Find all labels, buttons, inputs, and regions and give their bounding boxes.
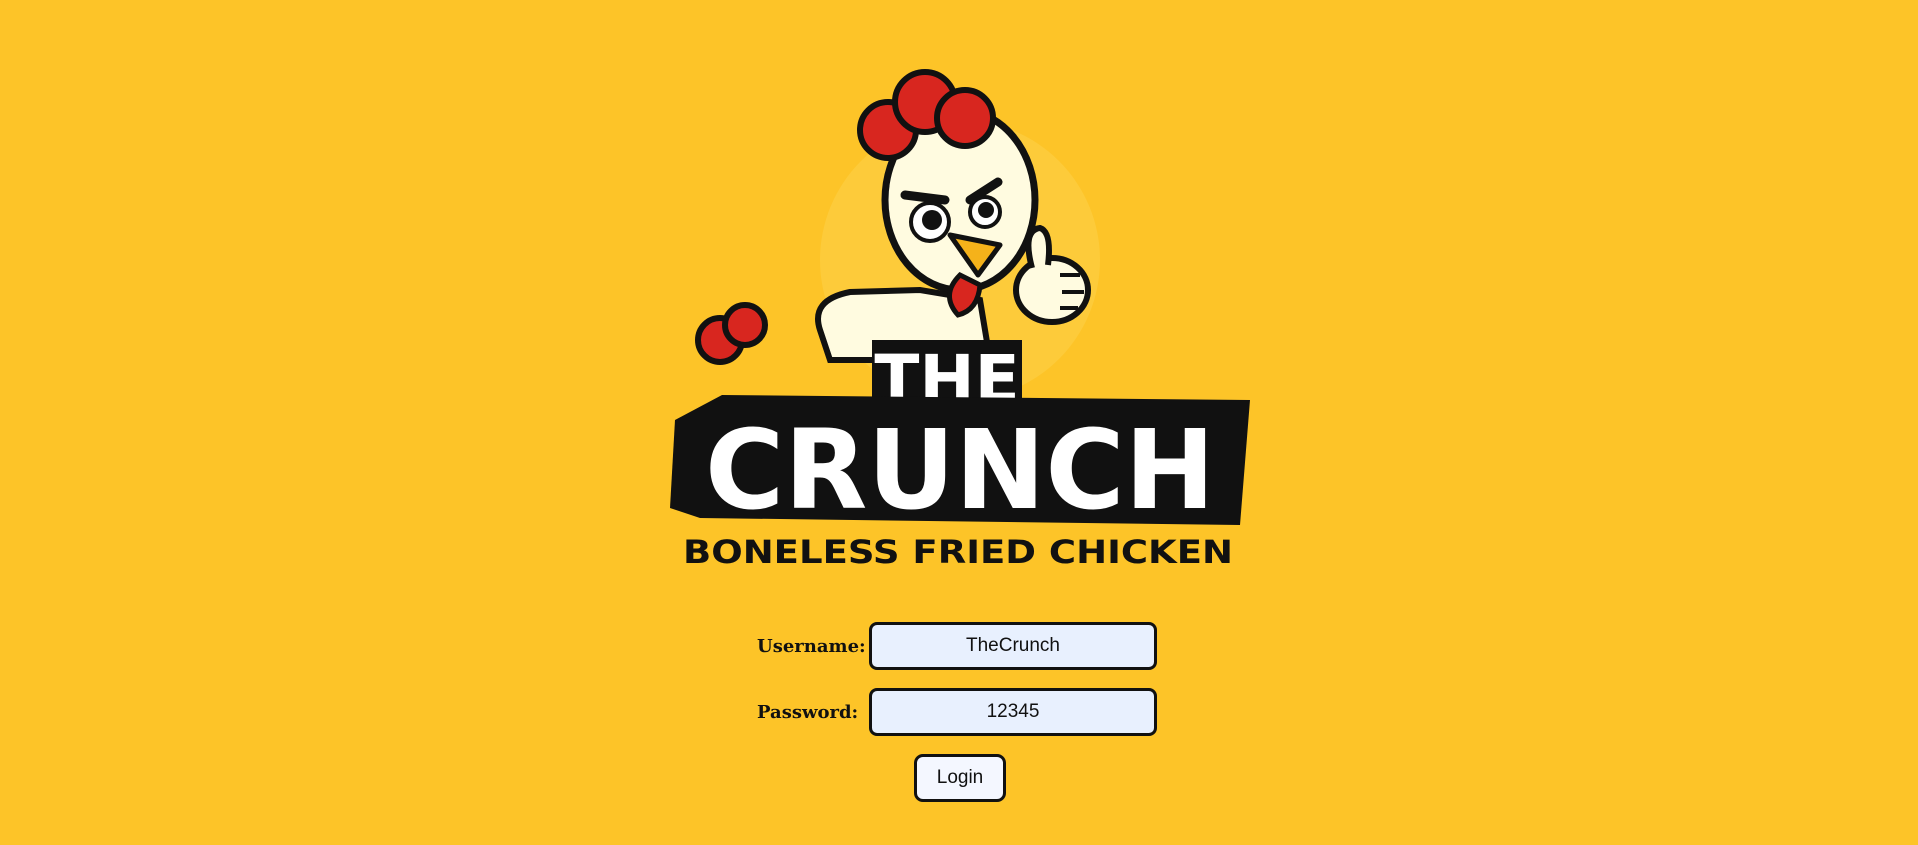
- password-input[interactable]: [869, 688, 1157, 736]
- username-label: Username:: [757, 635, 866, 657]
- logo-crunch-text: CRUNCH: [705, 406, 1215, 534]
- logo-tagline: BONELESS FRIED CHICKEN: [683, 533, 1233, 571]
- login-button[interactable]: Login: [914, 754, 1006, 802]
- password-label: Password:: [757, 701, 859, 723]
- username-input[interactable]: [869, 622, 1157, 670]
- login-page: THE CRUNCH BONELESS FRIED CHICKEN Userna…: [0, 0, 1918, 845]
- the-crunch-logo: THE CRUNCH BONELESS FRIED CHICKEN: [660, 60, 1260, 580]
- username-row: Username:: [757, 622, 1157, 670]
- chicken-mascot-icon: THE CRUNCH BONELESS FRIED CHICKEN: [670, 69, 1250, 571]
- password-row: Password:: [757, 688, 1157, 736]
